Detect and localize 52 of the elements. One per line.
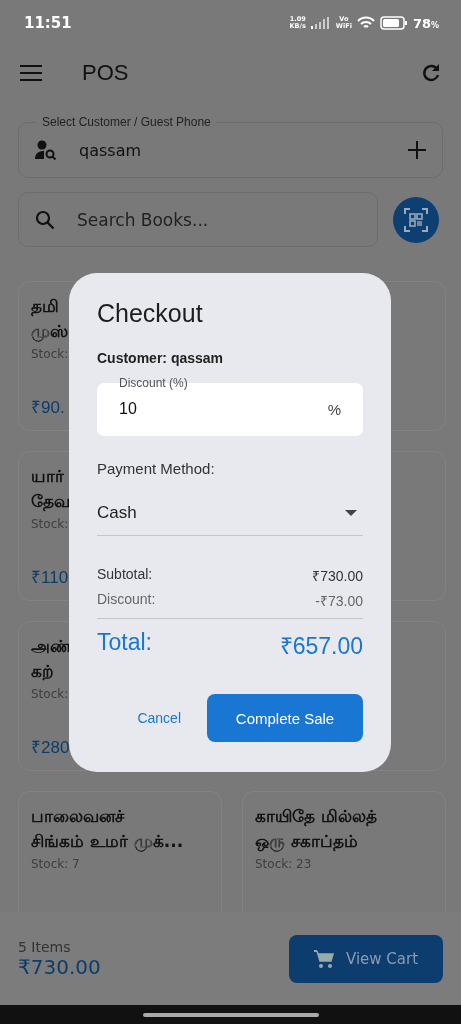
stock-count: Stock:	[31, 687, 69, 701]
summary-value: -₹73.00	[315, 592, 363, 610]
book-price: ₹110	[31, 567, 69, 588]
book-price: ₹280	[31, 737, 70, 758]
stock-count: Stock:	[31, 517, 69, 531]
search-icon	[35, 209, 55, 230]
customer-field[interactable]: Select Customer / Guest Phone qassam	[18, 115, 443, 178]
menu-icon[interactable]	[20, 65, 42, 81]
qr-scan-icon	[404, 207, 428, 232]
field-label: Select Customer / Guest Phone	[41, 115, 212, 129]
status-time: 11:51	[24, 14, 72, 32]
signal-icon	[310, 17, 331, 29]
stock-count: Stock: 23	[255, 857, 312, 871]
cart-icon	[313, 948, 334, 969]
battery-percent: 78%	[412, 15, 439, 31]
summary-label: Discount:	[97, 591, 156, 609]
total-label: Total:	[97, 629, 152, 657]
book-title: யார் தேவ	[31, 465, 70, 514]
dialog-title: Checkout	[97, 299, 204, 328]
payment-dropdown[interactable]: Cash	[97, 497, 363, 536]
dropdown-caret-icon	[345, 510, 357, 516]
total-value: ₹657.00	[279, 632, 363, 661]
payment-label: Payment Method:	[97, 460, 216, 477]
battery-icon	[379, 16, 408, 30]
percent-suffix: %	[327, 400, 341, 418]
book-title: அண் கற்	[31, 635, 72, 683]
home-indicator[interactable]	[142, 1012, 319, 1017]
customer-name: Customer: qassam	[97, 350, 225, 366]
add-icon[interactable]	[408, 141, 426, 159]
cancel-button[interactable]: Cancel	[125, 700, 193, 736]
app-title: POS	[82, 60, 129, 86]
qr-scan-button[interactable]	[393, 196, 439, 243]
book-title: பாலைவனச் சிங்கம் உமர் முக்...	[31, 805, 184, 854]
item-count: 5 Items	[18, 938, 72, 955]
wifi-icon	[356, 16, 375, 30]
discount-input[interactable]: 10	[119, 400, 168, 418]
book-title: காயிதே மில்லத் ஒரு சகாப்தம்	[255, 805, 377, 854]
refresh-icon[interactable]	[421, 63, 441, 83]
summary-label: Subtotal:	[97, 566, 153, 584]
search-field[interactable]: Search Books...	[77, 209, 227, 230]
view-cart-button[interactable]: View Cart	[289, 934, 443, 983]
summary-value: ₹730.00	[312, 567, 363, 585]
stock-count: Stock:	[31, 347, 69, 361]
book-price: ₹90.	[31, 397, 65, 418]
complete-sale-button[interactable]: Complete Sale	[207, 694, 363, 742]
book-title: தமி முஸ்	[31, 295, 68, 344]
cart-total: ₹730.00	[18, 954, 101, 979]
discount-field[interactable]: Discount (%) 10 %	[97, 376, 363, 436]
stock-count: Stock: 7	[31, 857, 80, 871]
field-label: Discount (%)	[118, 376, 189, 390]
customer-value: qassam	[79, 140, 142, 160]
person-search-icon	[35, 140, 59, 160]
